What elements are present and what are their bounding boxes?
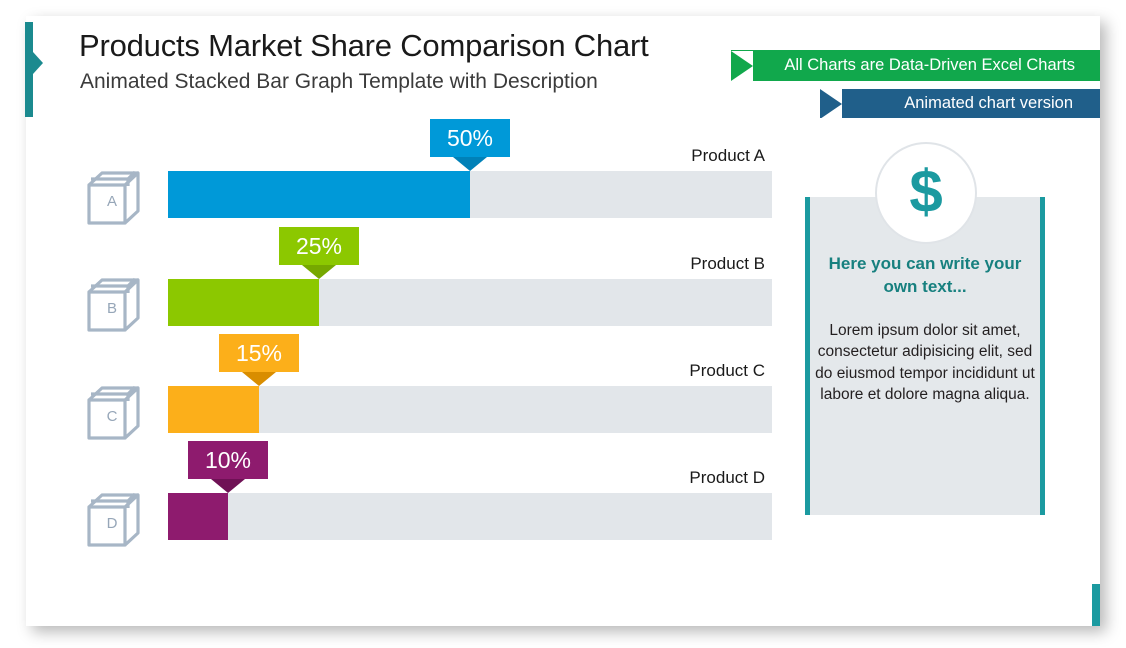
panel-right-accent [1040, 197, 1045, 515]
product-label: Product B [690, 254, 765, 273]
callout-pointer-icon [302, 265, 336, 279]
value-callout: 25% [279, 227, 359, 279]
value-callout: 10% [188, 441, 268, 493]
callout-pointer-icon [242, 372, 276, 386]
value-callout-label: 10% [204, 446, 252, 473]
value-callout: 15% [219, 334, 299, 386]
bar-fill[interactable] [168, 386, 259, 433]
bar-fill[interactable] [168, 279, 319, 326]
product-box-letter: A [106, 192, 117, 210]
panel-left-accent [805, 197, 810, 515]
value-callout-label: 25% [295, 232, 343, 259]
product-box-letter: B [106, 299, 117, 317]
bottom-right-accent-bar [1092, 584, 1100, 626]
value-callout: 50% [430, 119, 510, 171]
bar-fill[interactable] [168, 493, 228, 540]
value-callout-label: 50% [446, 124, 494, 151]
product-label: Product C [689, 361, 765, 380]
product-label: Product A [691, 146, 765, 165]
product-box-icon: B [85, 270, 147, 336]
panel-body-text: Lorem ipsum dolor sit amet, consectetur … [815, 322, 1035, 404]
callout-pointer-icon [453, 157, 487, 171]
product-box-letter: C [106, 407, 118, 425]
bar-fill[interactable] [168, 171, 470, 218]
callout-pointer-icon [211, 479, 245, 493]
product-box-icon: D [85, 485, 147, 551]
product-box-letter: D [106, 514, 118, 532]
product-box-icon: A [85, 163, 147, 229]
panel-heading: Here you can write your own text... [828, 254, 1022, 296]
bar-track [168, 493, 772, 540]
slide-canvas: Products Market Share Comparison Chart A… [0, 0, 1126, 648]
value-callout-label: 15% [235, 339, 283, 366]
product-box-icon: C [85, 378, 147, 444]
product-label: Product D [689, 468, 765, 487]
dollar-glyph: $ [909, 157, 943, 225]
dollar-sign-icon: $ [875, 142, 977, 244]
